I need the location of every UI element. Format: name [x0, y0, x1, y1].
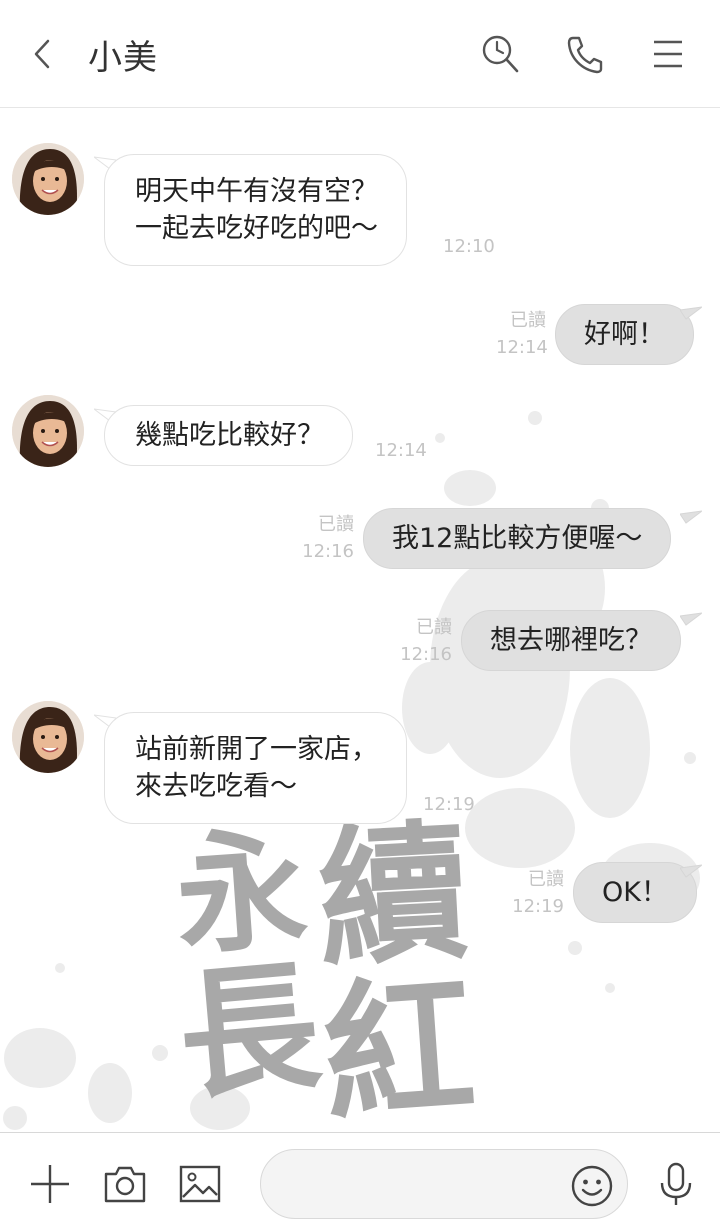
- avatar[interactable]: [12, 143, 84, 215]
- bubble-tail: [680, 306, 702, 320]
- chat-message-list[interactable]: 明天中午有沒有空？ 一起去吃好吃的吧～ 12:10 已讀 12:14 好啊！ 幾…: [0, 108, 720, 1132]
- message-time: 12:19: [512, 896, 564, 917]
- plus-icon[interactable]: [26, 1161, 74, 1207]
- menu-icon[interactable]: [646, 30, 690, 78]
- read-receipt: 已讀: [318, 514, 354, 535]
- avatar[interactable]: [12, 701, 84, 773]
- message-bubble[interactable]: 好啊！: [555, 304, 694, 365]
- message-text: 明天中午有沒有空？: [135, 176, 378, 207]
- phone-icon[interactable]: [562, 30, 606, 78]
- message-time: 12:16: [400, 644, 452, 665]
- message-time: 12:19: [423, 794, 475, 815]
- message-bubble[interactable]: 幾點吃比較好？: [104, 405, 353, 466]
- message-text: 一起去吃好吃的吧～: [135, 213, 378, 244]
- message-time: 12:16: [302, 541, 354, 562]
- message-bubble[interactable]: 站前新開了一家店， 來去吃吃看～: [104, 712, 407, 824]
- message-text: 幾點吃比較好？: [135, 420, 324, 451]
- read-receipt: 已讀: [416, 617, 452, 638]
- message-text: OK！: [602, 877, 668, 908]
- avatar[interactable]: [12, 395, 84, 467]
- message-bubble[interactable]: 我12點比較方便喔～: [363, 508, 672, 569]
- message-bubble[interactable]: OK！: [573, 862, 697, 923]
- chat-title: 小美: [88, 38, 158, 78]
- bubble-tail: [680, 612, 702, 626]
- read-receipt: 已讀: [528, 869, 564, 890]
- chat-header: 小美: [0, 0, 720, 108]
- read-receipt: 已讀: [510, 310, 546, 331]
- message-time: 12:10: [443, 236, 495, 257]
- emoji-icon[interactable]: [570, 1164, 614, 1208]
- mic-icon[interactable]: [652, 1161, 700, 1207]
- message-time: 12:14: [375, 440, 427, 461]
- camera-icon[interactable]: [101, 1161, 149, 1207]
- message-bubble[interactable]: 明天中午有沒有空？ 一起去吃好吃的吧～: [104, 154, 407, 266]
- input-bar: [0, 1132, 720, 1232]
- bubble-tail: [680, 510, 702, 524]
- message-text: 我12點比較方便喔～: [392, 523, 643, 554]
- search-clock-icon[interactable]: [478, 30, 522, 78]
- message-text: 好啊！: [584, 319, 665, 350]
- back-arrow-icon[interactable]: [22, 34, 62, 74]
- message-bubble[interactable]: 想去哪裡吃？: [461, 610, 681, 671]
- message-time: 12:14: [496, 337, 548, 358]
- message-text: 站前新開了一家店，: [135, 734, 378, 765]
- image-icon[interactable]: [176, 1161, 224, 1207]
- bubble-tail: [680, 864, 702, 878]
- message-text: 來去吃吃看～: [135, 771, 297, 802]
- message-text: 想去哪裡吃？: [490, 625, 652, 656]
